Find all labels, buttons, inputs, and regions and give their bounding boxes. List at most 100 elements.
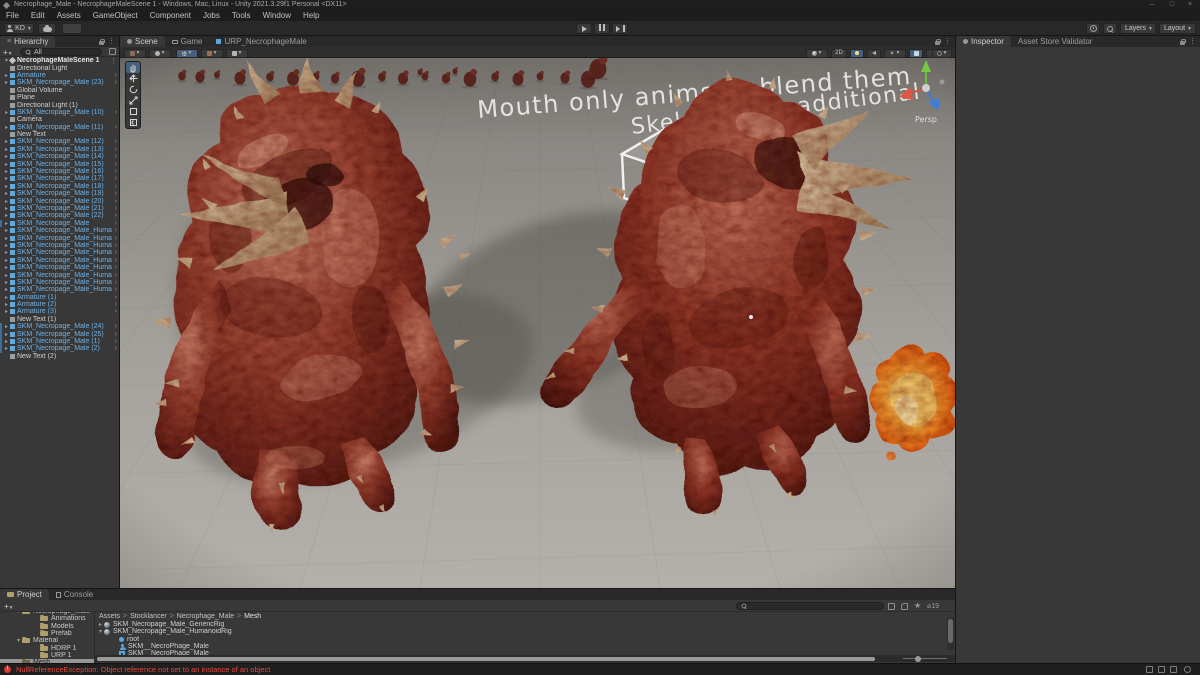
folder-item[interactable]: Animations <box>0 615 94 622</box>
search-button[interactable] <box>1103 23 1117 34</box>
scale-tool-button[interactable] <box>126 95 140 106</box>
rotate-tool-button[interactable] <box>126 84 140 95</box>
hierarchy-item[interactable]: ▾ NecrophageMaleScene 1 ⋮ <box>0 57 119 64</box>
foldout-icon[interactable]: ▸ <box>3 124 10 131</box>
horizontal-scrollbar-thumb[interactable] <box>97 656 875 661</box>
prefab-open-arrow[interactable]: › <box>115 205 117 212</box>
prefab-open-arrow[interactable]: › <box>115 190 117 197</box>
foldout-icon[interactable]: ▾ <box>0 637 22 644</box>
menu-edit[interactable]: Edit <box>25 10 51 21</box>
breadcrumb-item[interactable]: Mesh <box>244 613 261 620</box>
hierarchy-item[interactable]: ▸ SKM_Necropage_Male_Huma › <box>0 234 119 242</box>
foldout-icon[interactable]: ▸ <box>3 161 10 168</box>
foldout-icon[interactable]: ▸ <box>3 264 10 271</box>
transform-tool-button[interactable] <box>126 117 140 128</box>
2d-toggle[interactable]: 2D <box>831 48 847 58</box>
foldout-icon[interactable]: ▸ <box>3 79 10 86</box>
prefab-open-arrow[interactable]: › <box>115 331 117 338</box>
prefab-open-arrow[interactable]: › <box>115 175 117 182</box>
prefab-open-arrow[interactable]: › <box>115 168 117 175</box>
menu-assets[interactable]: Assets <box>51 10 87 21</box>
foldout-icon[interactable]: ▸ <box>3 279 10 286</box>
menu-help[interactable]: Help <box>297 10 325 21</box>
scene-viewport[interactable]: Mouth only anims to blend them Skeleton … <box>120 58 955 588</box>
foldout-icon[interactable]: ▸ <box>3 198 10 205</box>
prefab-open-arrow[interactable]: › <box>115 308 117 315</box>
scene-options-icon[interactable]: ⋮ <box>110 57 117 65</box>
prefab-open-arrow[interactable]: › <box>115 124 117 131</box>
hierarchy-item[interactable]: ▸ SKM_Necropage_Male (1) › <box>0 337 119 346</box>
kebab-menu-icon[interactable]: ⋮ <box>944 38 951 48</box>
prefab-open-arrow[interactable]: › <box>115 235 117 242</box>
move-tool-button[interactable] <box>126 73 140 84</box>
lock-icon[interactable] <box>1180 38 1186 45</box>
hand-tool-button[interactable] <box>126 62 140 73</box>
tab-asset-store-validator[interactable]: Asset Store Validator <box>1011 36 1100 47</box>
prefab-open-arrow[interactable]: › <box>115 242 117 249</box>
foldout-icon[interactable]: ▸ <box>3 146 10 153</box>
status-message[interactable]: NullReferenceException: Object reference… <box>16 665 270 674</box>
asset-item[interactable]: ▾ SKM_Necropage_Male_HumanoidRig <box>95 628 945 635</box>
hierarchy-item[interactable]: ▸ SKM_Necropage_Male (14) › <box>0 153 119 160</box>
hierarchy-item[interactable]: ▸ SKM_Necropage_Male_Huma › <box>0 257 119 264</box>
status-bar[interactable]: ! NullReferenceException: Object referen… <box>0 663 1200 675</box>
hierarchy-item[interactable]: Camera <box>0 116 119 123</box>
hierarchy-item[interactable]: ▸ SKM_Necropage_Male (11) › <box>0 124 119 131</box>
create-asset-button[interactable]: +▼ <box>4 602 14 611</box>
breadcrumb-item[interactable]: Assets <box>99 613 120 620</box>
hierarchy-item[interactable]: ▸ SKM_Necropage_Male (2) › <box>0 345 119 353</box>
minimize-button[interactable]: – <box>1144 0 1160 10</box>
hierarchy-item[interactable]: ▸ SKM_Necropage_Male_Huma › <box>0 227 119 234</box>
foldout-icon[interactable]: ▸ <box>3 301 10 308</box>
hidden-packages-toggle[interactable]: ⌀19 <box>927 602 939 610</box>
prefab-open-arrow[interactable]: › <box>115 72 117 79</box>
tab-project[interactable]: Project <box>0 589 49 600</box>
cloud-button[interactable] <box>38 23 56 34</box>
hierarchy-item[interactable]: ▸ SKM_Necropage_Male (16) › <box>0 168 119 175</box>
breadcrumb-item[interactable]: Necrophage_Male <box>177 613 234 620</box>
foldout-icon[interactable]: ▸ <box>3 72 10 79</box>
asset-item[interactable]: SKM__NecroPhage_Male <box>95 643 945 650</box>
search-by-type-icon[interactable] <box>888 602 895 610</box>
pause-button[interactable] <box>594 23 610 34</box>
foldout-icon[interactable]: ▸ <box>3 249 10 256</box>
search-by-label-icon[interactable] <box>901 602 908 610</box>
menu-tools[interactable]: Tools <box>226 10 257 21</box>
kebab-menu-icon[interactable]: ⋮ <box>108 38 115 48</box>
hierarchy-item[interactable]: ▸ SKM_Necropage_Male_Huma › <box>0 279 119 286</box>
prefab-open-arrow[interactable]: › <box>115 338 117 345</box>
prefab-open-arrow[interactable]: › <box>115 198 117 205</box>
hierarchy-item[interactable]: ▸ SKM_Necropage_Male_Huma › <box>0 242 119 249</box>
hierarchy-item[interactable]: ▸ SKM_Necropage_Male (24) › <box>0 323 119 331</box>
favorites-star-icon[interactable]: ★ <box>914 601 921 610</box>
audio-toggle[interactable] <box>867 48 881 58</box>
foldout-icon[interactable]: ▸ <box>3 190 10 197</box>
foldout-icon[interactable]: ▸ <box>3 272 10 279</box>
debug-overlay-dropdown[interactable]: ▼ <box>201 48 223 58</box>
account-button[interactable]: KD ▼ <box>4 23 34 34</box>
foldout-icon[interactable]: ▸ <box>97 621 104 628</box>
shading-mode-dropdown[interactable]: ▼ <box>806 48 828 58</box>
hierarchy-item[interactable]: ▸ SKM_Necropage_Male (19) › <box>0 190 119 197</box>
hierarchy-item[interactable]: Global Volume <box>0 87 119 94</box>
prefab-open-arrow[interactable]: › <box>115 257 117 264</box>
prefab-open-arrow[interactable]: › <box>115 286 117 293</box>
lock-icon[interactable] <box>935 38 941 45</box>
prefab-open-arrow[interactable]: › <box>115 161 117 168</box>
prefab-open-arrow[interactable]: › <box>115 264 117 271</box>
status-activity-icon-3[interactable] <box>1170 665 1177 673</box>
folder-item[interactable]: ▾ Material <box>0 637 94 644</box>
tool-settings-dropdown[interactable]: ▼ <box>124 48 146 58</box>
folder-item[interactable]: Models <box>0 622 94 630</box>
foldout-icon[interactable]: ▸ <box>3 153 10 160</box>
view-label[interactable]: Persp <box>915 115 937 124</box>
hierarchy-item[interactable]: ▸ Armature (3) › <box>0 308 119 315</box>
prefab-open-arrow[interactable]: › <box>115 249 117 256</box>
hierarchy-item[interactable]: ▸ SKM_Necropage_Male (23) › <box>0 79 119 86</box>
hierarchy-item[interactable]: ▸ SKM_Necropage_Male (25) › <box>0 330 119 338</box>
hierarchy-item[interactable]: ▸ Armature (2) › <box>0 301 119 308</box>
axis-center[interactable] <box>922 84 930 92</box>
services-button[interactable] <box>62 23 82 34</box>
status-activity-icon-1[interactable] <box>1146 665 1153 673</box>
prefab-open-arrow[interactable]: › <box>115 345 117 352</box>
